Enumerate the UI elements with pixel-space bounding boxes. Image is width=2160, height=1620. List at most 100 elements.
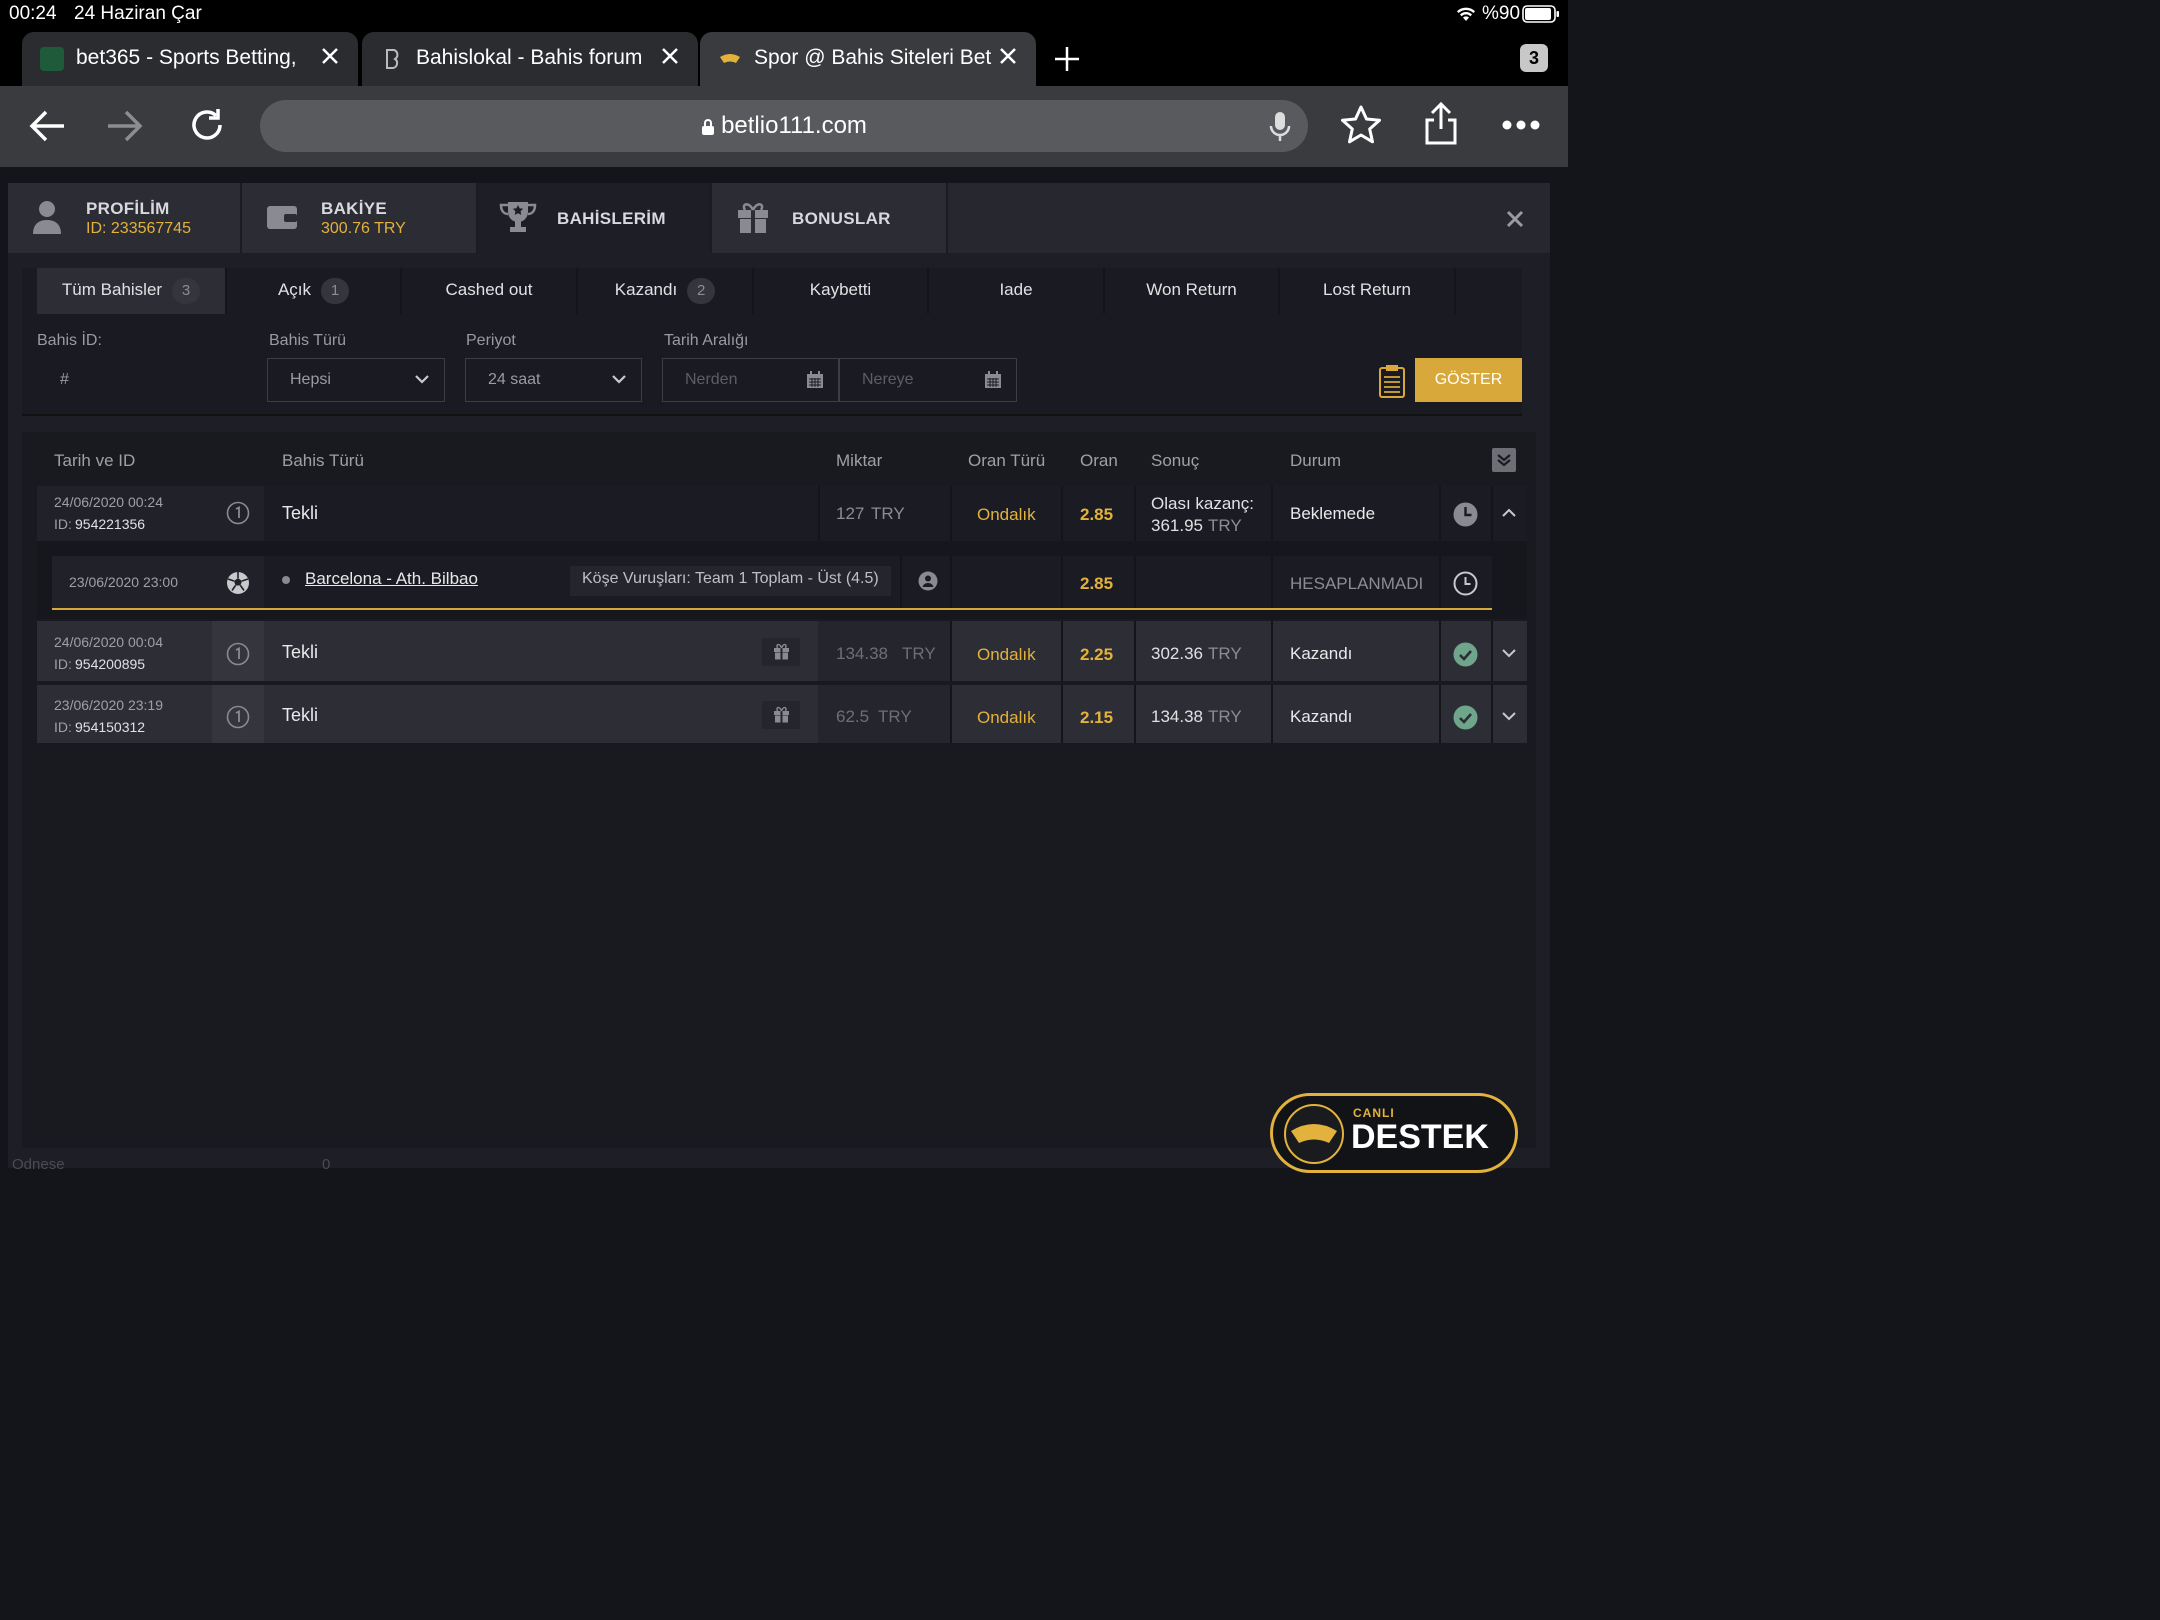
row-date-cell: 23/06/2020 23:19 ID: 954150312 <box>37 685 212 743</box>
tab-label: Kaybetti <box>809 280 872 299</box>
chevron-up-icon[interactable] <box>1501 506 1517 518</box>
tab-count: 2 <box>687 278 716 304</box>
live-dot-icon <box>282 576 290 584</box>
row-status: Beklemede <box>1290 504 1376 523</box>
nav-profile[interactable]: PROFİLİM ID: 233567745 <box>8 183 242 253</box>
table-row[interactable]: 23/06/2020 23:19 ID: 954150312 Tekli 62.… <box>37 685 1527 743</box>
row-result: 302.36 <box>1151 644 1203 663</box>
market-label: Köşe Vuruşları: Team 1 Toplam - Üst (4.5… <box>570 566 891 596</box>
gift-icon <box>736 200 770 234</box>
back-icon[interactable] <box>28 108 66 144</box>
nav-bonuses-label: BONUSLAR <box>792 209 891 228</box>
row-result: 134.38 <box>1151 707 1203 726</box>
row-result-currency: TRY <box>1208 644 1242 663</box>
clipboard-icon[interactable] <box>1378 363 1406 399</box>
nav-my-bets-label: BAHİSLERİM <box>557 209 666 228</box>
match-link[interactable]: Barcelona - Ath. Bilbao <box>305 569 478 589</box>
close-icon[interactable] <box>994 42 1022 70</box>
footer-partial-value: 0 <box>322 1156 331 1173</box>
trophy-icon <box>498 200 538 234</box>
tab-won-return[interactable]: Won Return <box>1105 268 1280 314</box>
tab-open[interactable]: Açık 1 <box>227 268 402 314</box>
row-status: Kazandı <box>1290 707 1353 726</box>
row-odds: 2.15 <box>1080 708 1114 727</box>
row-id-prefix: ID: <box>54 719 72 735</box>
row-type: Tekli <box>282 642 319 662</box>
chevron-down-icon <box>414 371 430 387</box>
row-amount: 127 <box>836 504 865 523</box>
tab-lost[interactable]: Kaybetti <box>754 268 929 314</box>
date-from-input[interactable]: Nerden <box>662 358 839 402</box>
battery-percent: %90 <box>1482 3 1521 24</box>
bet-id-input[interactable]: # <box>37 358 247 400</box>
row-date: 24/06/2020 00:04 <box>54 634 163 650</box>
close-icon[interactable] <box>1500 204 1530 234</box>
tab-cashed-out[interactable]: Cashed out <box>402 268 578 314</box>
close-icon[interactable] <box>316 42 344 70</box>
table-row[interactable]: 24/06/2020 00:24 ID: 954221356 Tekli 127… <box>37 486 1527 541</box>
bahislokal-icon <box>380 47 404 71</box>
live-support-button[interactable]: CANLI DESTEK <box>1270 1093 1518 1173</box>
bonus-gift-icon <box>762 638 800 666</box>
lock-icon <box>701 118 715 136</box>
row-date: 24/06/2020 00:24 <box>54 494 163 510</box>
close-icon[interactable] <box>656 42 684 70</box>
date-to-placeholder: Nereye <box>862 371 914 388</box>
bet-selection-row[interactable]: 23/06/2020 23:00 Barcelona - Ath. Bilbao… <box>52 556 1492 610</box>
tab-title: Bahislokal - Bahis forum <box>416 46 643 69</box>
period-select[interactable]: 24 saat <box>465 358 642 402</box>
browser-tab-betlio[interactable]: Spor @ Bahis Siteleri Bet <box>700 32 1036 86</box>
calendar-icon <box>984 371 1002 389</box>
share-icon[interactable] <box>1422 102 1460 146</box>
tab-refund[interactable]: Iade <box>929 268 1105 314</box>
collapse-all-icon[interactable] <box>1492 448 1516 472</box>
tab-lost-return[interactable]: Lost Return <box>1280 268 1456 314</box>
tab-won[interactable]: Kazandı 2 <box>578 268 754 314</box>
bet-id-label: Bahis İD: <box>37 332 102 349</box>
browser-tab-bahislokal[interactable]: Bahislokal - Bahis forum <box>362 32 698 86</box>
show-button[interactable]: GÖSTER <box>1415 358 1522 402</box>
more-icon[interactable] <box>1500 118 1542 132</box>
row-id-prefix: ID: <box>54 656 72 672</box>
tab-count-badge[interactable]: 3 <box>1520 44 1548 72</box>
tab-title: Spor @ Bahis Siteleri Bet <box>754 46 992 69</box>
betlio-icon <box>718 47 742 71</box>
status-time: 00:24 <box>9 3 57 24</box>
address-bar[interactable]: betlio111.com <box>260 100 1308 152</box>
table-row[interactable]: 24/06/2020 00:04 ID: 954200895 Tekli 134… <box>37 621 1527 681</box>
chevron-down-icon[interactable] <box>1501 710 1517 722</box>
period-label: Periyot <box>466 332 516 349</box>
check-circle-icon <box>1453 642 1478 667</box>
date-to-input[interactable]: Nereye <box>839 358 1017 402</box>
url-text: betlio111.com <box>721 112 867 139</box>
bet-type-select[interactable]: Hepsi <box>267 358 445 402</box>
bet-type-value: Hepsi <box>290 371 331 388</box>
row-odds-type: Ondalık <box>977 708 1036 727</box>
row-amount-cell: 62.5 TRY <box>818 685 951 743</box>
tab-count: 1 <box>321 278 350 304</box>
user-icon <box>32 199 62 235</box>
nav-balance[interactable]: BAKİYE 300.76 TRY <box>242 183 478 253</box>
chevron-down-icon[interactable] <box>1501 647 1517 659</box>
col-odds: Oran <box>1080 451 1118 470</box>
nav-my-bets[interactable]: BAHİSLERİM <box>478 183 712 253</box>
nav-bonuses[interactable]: BONUSLAR <box>712 183 948 253</box>
browser-tab-bet365[interactable]: bet365 - Sports Betting, <box>22 32 358 86</box>
bookmark-star-icon[interactable] <box>1340 104 1382 146</box>
tab-all-bets[interactable]: Tüm Bahisler 3 <box>37 268 227 314</box>
forward-icon[interactable] <box>106 108 144 144</box>
col-amount: Miktar <box>836 451 883 470</box>
battery-icon <box>1522 5 1560 23</box>
tab-label: Cashed out <box>445 280 533 299</box>
new-tab-icon[interactable] <box>1052 44 1082 74</box>
detail-date-cell: 23/06/2020 23:00 <box>52 556 212 608</box>
info-person-icon <box>918 571 938 591</box>
detail-status: HESAPLANMADI <box>1290 574 1424 593</box>
date-range-label: Tarih Aralığı <box>664 332 749 349</box>
footer-partial-text: Odnese <box>12 1156 65 1173</box>
col-odds-type: Oran Türü <box>968 451 1046 470</box>
row-id: 954150312 <box>75 719 146 735</box>
reload-icon[interactable] <box>188 106 226 144</box>
microphone-icon[interactable] <box>1268 110 1292 144</box>
row-id: 954200895 <box>75 656 146 672</box>
